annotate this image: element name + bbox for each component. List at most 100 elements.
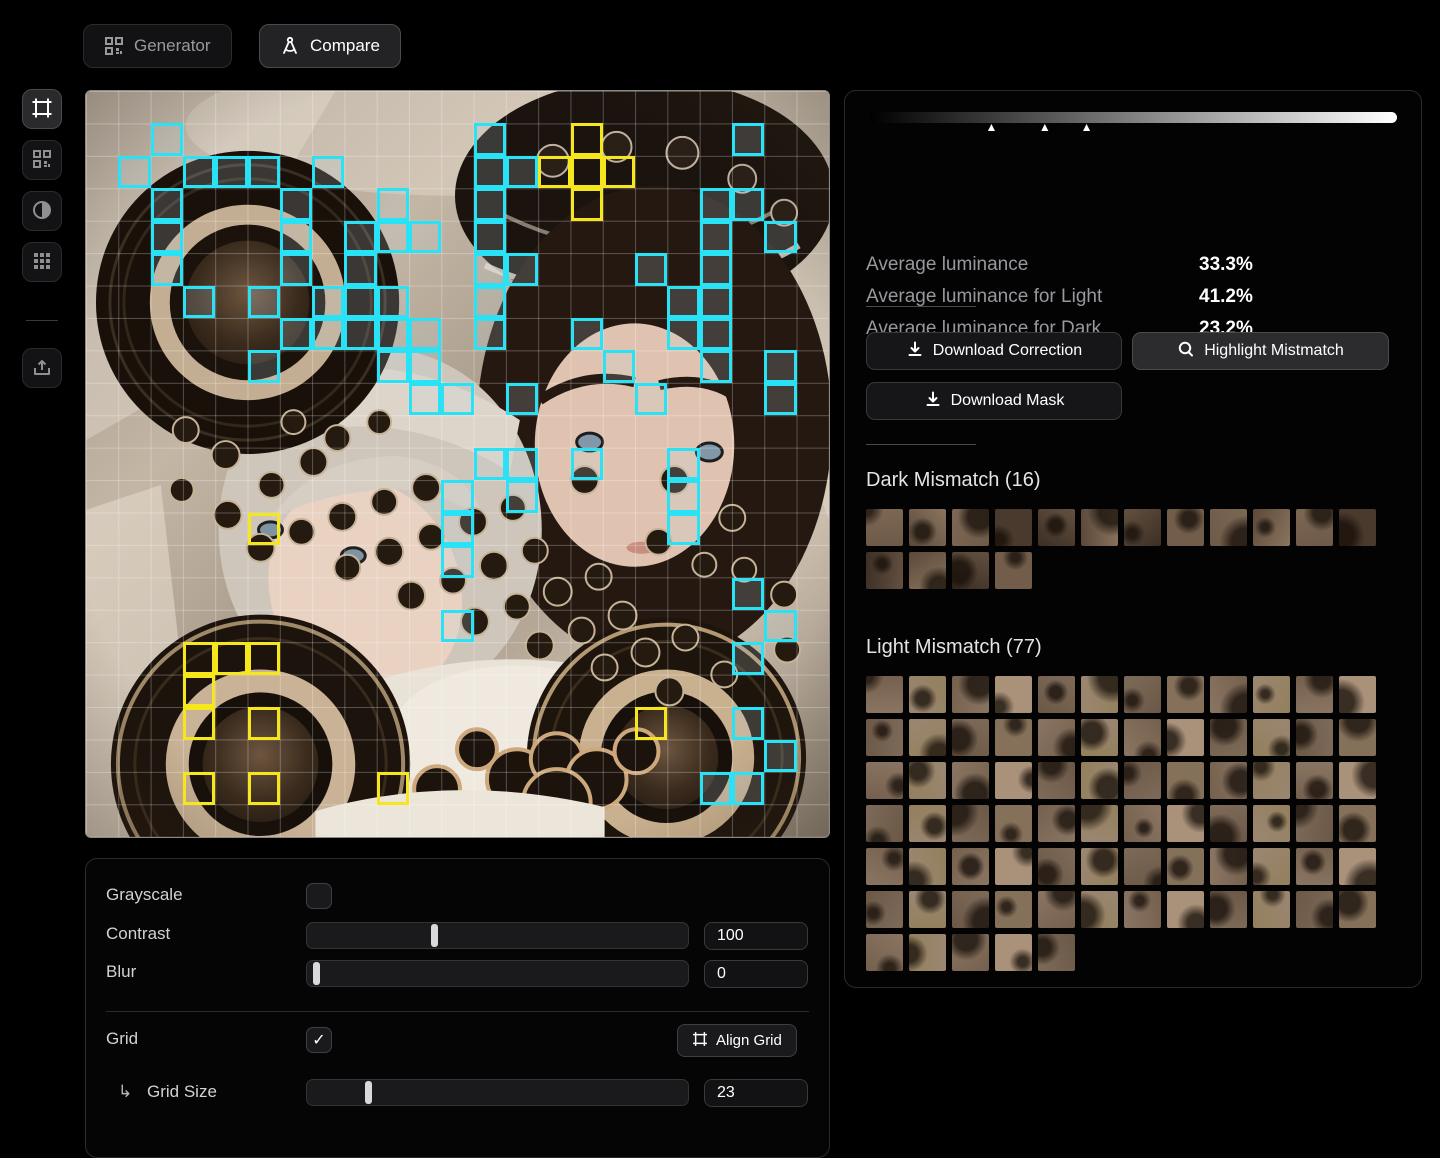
light-mismatch-thumbnail[interactable] (1081, 805, 1118, 842)
dark-mismatch-thumbnail[interactable] (952, 552, 989, 589)
light-mismatch-thumbnail[interactable] (1081, 891, 1118, 928)
grid-size-value-input[interactable]: 23 (704, 1079, 808, 1107)
tool-qr[interactable] (22, 140, 62, 180)
tool-contrast[interactable] (22, 191, 62, 231)
light-mismatch-thumbnail[interactable] (1167, 719, 1204, 756)
dark-mismatch-thumbnail[interactable] (1038, 509, 1075, 546)
light-mismatch-thumbnail[interactable] (1124, 676, 1161, 713)
light-mismatch-thumbnail[interactable] (866, 762, 903, 799)
light-mismatch-thumbnail[interactable] (1038, 848, 1075, 885)
light-mismatch-thumbnail[interactable] (866, 934, 903, 971)
dark-mismatch-thumbnail[interactable] (1081, 509, 1118, 546)
tab-generator[interactable]: Generator (83, 24, 232, 68)
light-mismatch-thumbnail[interactable] (1038, 762, 1075, 799)
dark-mismatch-thumbnail[interactable] (1167, 509, 1204, 546)
light-mismatch-thumbnail[interactable] (1038, 719, 1075, 756)
light-mismatch-thumbnail[interactable] (1253, 762, 1290, 799)
light-mismatch-thumbnail[interactable] (995, 805, 1032, 842)
blur-value-input[interactable]: 0 (704, 960, 808, 988)
triangle-up-marker[interactable]: ▲ (1081, 118, 1093, 136)
grid-checkbox[interactable]: ✓ (306, 1027, 332, 1053)
light-mismatch-thumbnail[interactable] (1124, 891, 1161, 928)
light-mismatch-thumbnail[interactable] (909, 848, 946, 885)
light-mismatch-thumbnail[interactable] (1296, 891, 1333, 928)
light-mismatch-thumbnail[interactable] (952, 934, 989, 971)
light-mismatch-thumbnail[interactable] (909, 676, 946, 713)
dark-mismatch-thumbnail[interactable] (866, 509, 903, 546)
light-mismatch-thumbnail[interactable] (1210, 848, 1247, 885)
light-mismatch-thumbnail[interactable] (909, 719, 946, 756)
dark-mismatch-thumbnail[interactable] (1210, 509, 1247, 546)
light-mismatch-thumbnail[interactable] (866, 891, 903, 928)
light-mismatch-thumbnail[interactable] (995, 848, 1032, 885)
light-mismatch-thumbnail[interactable] (1339, 848, 1376, 885)
light-mismatch-thumbnail[interactable] (1210, 719, 1247, 756)
light-mismatch-thumbnail[interactable] (1253, 805, 1290, 842)
tool-grid[interactable] (22, 242, 62, 282)
light-mismatch-thumbnail[interactable] (1210, 805, 1247, 842)
light-mismatch-thumbnail[interactable] (1167, 762, 1204, 799)
light-mismatch-thumbnail[interactable] (1296, 719, 1333, 756)
light-mismatch-thumbnail[interactable] (1296, 805, 1333, 842)
light-mismatch-thumbnail[interactable] (1038, 676, 1075, 713)
light-mismatch-thumbnail[interactable] (995, 762, 1032, 799)
light-mismatch-thumbnail[interactable] (1339, 719, 1376, 756)
light-mismatch-thumbnail[interactable] (1253, 891, 1290, 928)
light-mismatch-thumbnail[interactable] (952, 848, 989, 885)
light-mismatch-thumbnail[interactable] (1296, 848, 1333, 885)
light-mismatch-thumbnail[interactable] (1081, 762, 1118, 799)
contrast-slider[interactable] (306, 922, 689, 949)
light-mismatch-thumbnail[interactable] (1253, 719, 1290, 756)
tab-compare[interactable]: Compare (259, 24, 401, 68)
light-mismatch-thumbnail[interactable] (1038, 934, 1075, 971)
blur-slider-thumb[interactable] (313, 962, 320, 985)
light-mismatch-thumbnail[interactable] (1038, 805, 1075, 842)
light-mismatch-thumbnail[interactable] (1339, 676, 1376, 713)
light-mismatch-thumbnail[interactable] (1167, 848, 1204, 885)
grayscale-checkbox[interactable] (306, 883, 332, 909)
blur-slider[interactable] (306, 960, 689, 987)
light-mismatch-thumbnail[interactable] (995, 934, 1032, 971)
light-mismatch-thumbnail[interactable] (995, 719, 1032, 756)
light-mismatch-thumbnail[interactable] (952, 805, 989, 842)
light-mismatch-thumbnail[interactable] (1124, 848, 1161, 885)
light-mismatch-thumbnail[interactable] (1167, 891, 1204, 928)
light-mismatch-thumbnail[interactable] (866, 848, 903, 885)
dark-mismatch-thumbnail[interactable] (995, 509, 1032, 546)
light-mismatch-thumbnail[interactable] (1253, 676, 1290, 713)
dark-mismatch-thumbnail[interactable] (1253, 509, 1290, 546)
light-mismatch-thumbnail[interactable] (1339, 805, 1376, 842)
align-grid-button[interactable]: Align Grid (677, 1024, 797, 1057)
dark-mismatch-thumbnail[interactable] (952, 509, 989, 546)
dark-mismatch-thumbnail[interactable] (1339, 509, 1376, 546)
light-mismatch-thumbnail[interactable] (952, 762, 989, 799)
light-mismatch-thumbnail[interactable] (1167, 805, 1204, 842)
dark-mismatch-thumbnail[interactable] (1124, 509, 1161, 546)
dark-mismatch-thumbnail[interactable] (909, 552, 946, 589)
light-mismatch-thumbnail[interactable] (909, 891, 946, 928)
contrast-slider-thumb[interactable] (431, 924, 438, 947)
light-mismatch-thumbnail[interactable] (1210, 891, 1247, 928)
triangle-up-marker[interactable]: ▲ (986, 118, 998, 136)
light-mismatch-thumbnail[interactable] (1210, 676, 1247, 713)
light-mismatch-thumbnail[interactable] (1081, 719, 1118, 756)
light-mismatch-thumbnail[interactable] (952, 676, 989, 713)
contrast-value-input[interactable]: 100 (704, 922, 808, 950)
tool-upload[interactable] (22, 348, 62, 388)
light-mismatch-thumbnail[interactable] (1167, 676, 1204, 713)
light-mismatch-thumbnail[interactable] (1081, 676, 1118, 713)
light-mismatch-thumbnail[interactable] (995, 891, 1032, 928)
dark-mismatch-thumbnail[interactable] (1296, 509, 1333, 546)
light-mismatch-thumbnail[interactable] (1210, 762, 1247, 799)
grid-size-slider-thumb[interactable] (365, 1081, 372, 1104)
light-mismatch-thumbnail[interactable] (909, 762, 946, 799)
light-mismatch-thumbnail[interactable] (995, 676, 1032, 713)
tool-frame-crop[interactable] (22, 89, 62, 129)
light-mismatch-thumbnail[interactable] (952, 891, 989, 928)
grid-size-slider[interactable] (306, 1079, 689, 1106)
light-mismatch-thumbnail[interactable] (1296, 762, 1333, 799)
light-mismatch-thumbnail[interactable] (909, 805, 946, 842)
light-mismatch-thumbnail[interactable] (866, 805, 903, 842)
light-mismatch-thumbnail[interactable] (1124, 719, 1161, 756)
light-mismatch-thumbnail[interactable] (909, 934, 946, 971)
